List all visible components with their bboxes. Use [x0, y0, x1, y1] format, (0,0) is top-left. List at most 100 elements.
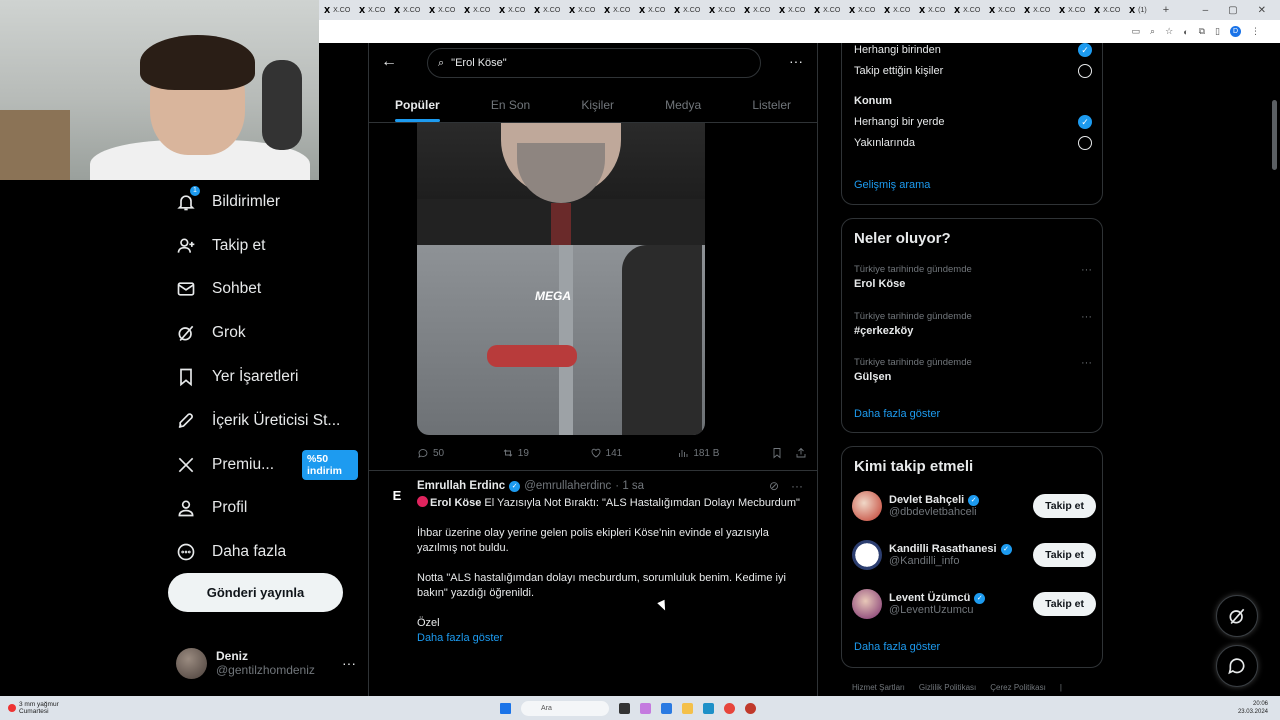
puzzle-icon[interactable]: ⧉ — [1199, 26, 1205, 37]
nav-premium[interactable]: Premiu... %50 indirim — [168, 443, 358, 487]
maximize-icon[interactable]: ▢ — [1228, 5, 1237, 16]
browser-tab[interactable]: X X.CO — [669, 2, 704, 18]
minimize-icon[interactable]: – — [1203, 5, 1209, 16]
tweet-time[interactable]: · 1 sa — [615, 480, 644, 492]
nav-creator-studio[interactable]: İçerik Üreticisi St... — [168, 399, 358, 443]
share-button[interactable] — [795, 447, 807, 459]
trend-item[interactable]: Türkiye tarihinde gündemde Gülşen ··· — [854, 357, 1092, 383]
follow-suggestion[interactable]: Devlet Bahçeli ✓ @dbdevletbahceli Takip e… — [852, 488, 1096, 524]
task-view-icon[interactable] — [619, 702, 630, 714]
browser-tab[interactable]: X X.CO — [459, 2, 494, 18]
tab-lists[interactable]: Listeler — [752, 88, 791, 122]
who-to-follow-show-more[interactable]: Daha fazla göster — [854, 641, 940, 653]
browser-tab[interactable]: X X.CO — [1054, 2, 1089, 18]
grok-fab[interactable] — [1216, 595, 1258, 637]
radio-unchecked-icon[interactable] — [1078, 64, 1092, 78]
views-button[interactable]: 181 B — [677, 447, 771, 459]
follow-suggestion[interactable]: Kandilli Rasathanesi ✓ @Kandilli_info Tak… — [852, 537, 1096, 573]
footer-link[interactable]: Gizlilik Politikası — [919, 683, 976, 692]
browser-tab[interactable]: X X.CO — [389, 2, 424, 18]
tab-people[interactable]: Kişiler — [581, 88, 614, 122]
author-handle[interactable]: @emrullaherdinc — [524, 480, 611, 492]
tab-media[interactable]: Medya — [665, 88, 701, 122]
browser-tab[interactable]: X X.CO — [844, 2, 879, 18]
post-button[interactable]: Gönderi yayınla — [168, 573, 343, 612]
search-box[interactable]: ⌕ — [427, 48, 761, 78]
trend-item[interactable]: Türkiye tarihinde gündemde #çerkezköy ··… — [854, 311, 1092, 337]
more-horizontal-icon[interactable]: ··· — [1081, 264, 1092, 276]
follow-button[interactable]: Takip et — [1033, 592, 1096, 616]
filter-anyone[interactable]: Herhangi birinden ✓ — [854, 43, 1092, 57]
trend-item[interactable]: Türkiye tarihinde gündemde Erol Köse ··· — [854, 264, 1092, 290]
page-scrollbar[interactable] — [1272, 100, 1277, 170]
edge-icon[interactable] — [703, 702, 714, 714]
chrome-icon[interactable] — [724, 702, 735, 714]
sidebar-icon[interactable]: ▯ — [1215, 26, 1220, 37]
nav-chat[interactable]: Sohbet — [168, 268, 358, 312]
browser-tab[interactable]: X X.CO — [809, 2, 844, 18]
copilot-icon[interactable] — [640, 702, 651, 714]
browser-tab[interactable]: X X.CO — [739, 2, 774, 18]
browser-tab[interactable]: X X.CO — [949, 2, 984, 18]
more-horizontal-icon[interactable]: ··· — [791, 479, 803, 493]
follow-suggestion[interactable]: Levent Üzümcü ✓ @LeventUzumcu Takip et — [852, 586, 1096, 622]
bookmark-button[interactable] — [771, 447, 795, 459]
profile-avatar[interactable]: D — [1230, 26, 1241, 37]
browser-tab[interactable]: X X.CO — [494, 2, 529, 18]
back-arrow-icon[interactable]: ← — [381, 53, 397, 71]
weather-widget[interactable]: 3 mm yağmur Cumartesi — [0, 701, 59, 715]
install-icon[interactable]: ▭ — [1132, 26, 1141, 37]
more-horizontal-icon[interactable]: ··· — [1081, 357, 1092, 369]
store-icon[interactable] — [661, 702, 672, 714]
show-more-link[interactable]: Daha fazla göster — [417, 631, 809, 646]
browser-tab[interactable]: X X.CO — [984, 2, 1019, 18]
news-logo-icon[interactable]: E — [387, 485, 407, 505]
windows-start-icon[interactable] — [500, 702, 511, 714]
browser-tab[interactable]: X X.CO — [354, 2, 389, 18]
browser-tab[interactable]: X X.CO — [914, 2, 949, 18]
grok-icon[interactable]: ⊘ — [769, 479, 779, 493]
radio-checked-icon[interactable]: ✓ — [1078, 43, 1092, 57]
browser-tab[interactable]: X X.CO — [564, 2, 599, 18]
nav-follow[interactable]: Takip et — [168, 224, 358, 268]
retweet-button[interactable]: 19 — [502, 447, 590, 459]
browser-tab[interactable]: X X.CO — [879, 2, 914, 18]
new-tab-button[interactable]: + — [1159, 4, 1173, 16]
browser-tab[interactable]: X X.CO — [1019, 2, 1054, 18]
more-horizontal-icon[interactable]: ··· — [789, 53, 803, 69]
browser-menu-icon[interactable]: ⋮ — [1251, 26, 1260, 37]
follow-button[interactable]: Takip et — [1033, 494, 1096, 518]
browser-tab[interactable]: X X.CO — [634, 2, 669, 18]
extension-icon[interactable]: ◐ — [1183, 27, 1188, 37]
reply-button[interactable]: 50 — [417, 447, 502, 459]
browser-tab[interactable]: X X.CO — [424, 2, 459, 18]
file-explorer-icon[interactable] — [682, 702, 693, 714]
browser-tab[interactable]: X (1) — [1124, 2, 1159, 18]
system-tray-clock[interactable]: 20:06 23.03.2024 — [1238, 700, 1280, 716]
star-icon[interactable]: ☆ — [1165, 26, 1173, 37]
browser-tab[interactable]: X X.CO — [1089, 2, 1124, 18]
app-icon[interactable] — [745, 702, 756, 714]
nav-grok[interactable]: Grok — [168, 311, 358, 355]
browser-tab[interactable]: X X.CO — [599, 2, 634, 18]
browser-tab[interactable]: X X.CO — [529, 2, 564, 18]
filter-anywhere[interactable]: Herhangi bir yerde ✓ — [854, 115, 1092, 129]
filter-following[interactable]: Takip ettiğin kişiler — [854, 64, 1092, 78]
messages-fab[interactable] — [1216, 645, 1258, 687]
radio-checked-icon[interactable]: ✓ — [1078, 115, 1092, 129]
more-horizontal-icon[interactable]: ··· — [1081, 311, 1092, 323]
close-icon[interactable]: ✕ — [1258, 5, 1266, 16]
nav-more[interactable]: Daha fazla — [168, 530, 358, 574]
nav-bookmarks[interactable]: Yer İşaretleri — [168, 355, 358, 399]
like-button[interactable]: 141 — [590, 447, 678, 459]
tab-popular[interactable]: Popüler — [395, 88, 440, 122]
advanced-search-link[interactable]: Gelişmiş arama — [854, 179, 930, 191]
taskbar-search[interactable]: Ara — [521, 700, 609, 716]
footer-link[interactable]: Hizmet Şartları — [852, 683, 905, 692]
tweet-media-collage[interactable]: MEGA — [417, 123, 705, 435]
zoom-icon[interactable]: ⌕ — [1150, 26, 1155, 37]
more-horizontal-icon[interactable]: ··· — [342, 655, 356, 671]
radio-unchecked-icon[interactable] — [1078, 136, 1092, 150]
trends-show-more[interactable]: Daha fazla göster — [854, 408, 940, 420]
follow-button[interactable]: Takip et — [1033, 543, 1096, 567]
